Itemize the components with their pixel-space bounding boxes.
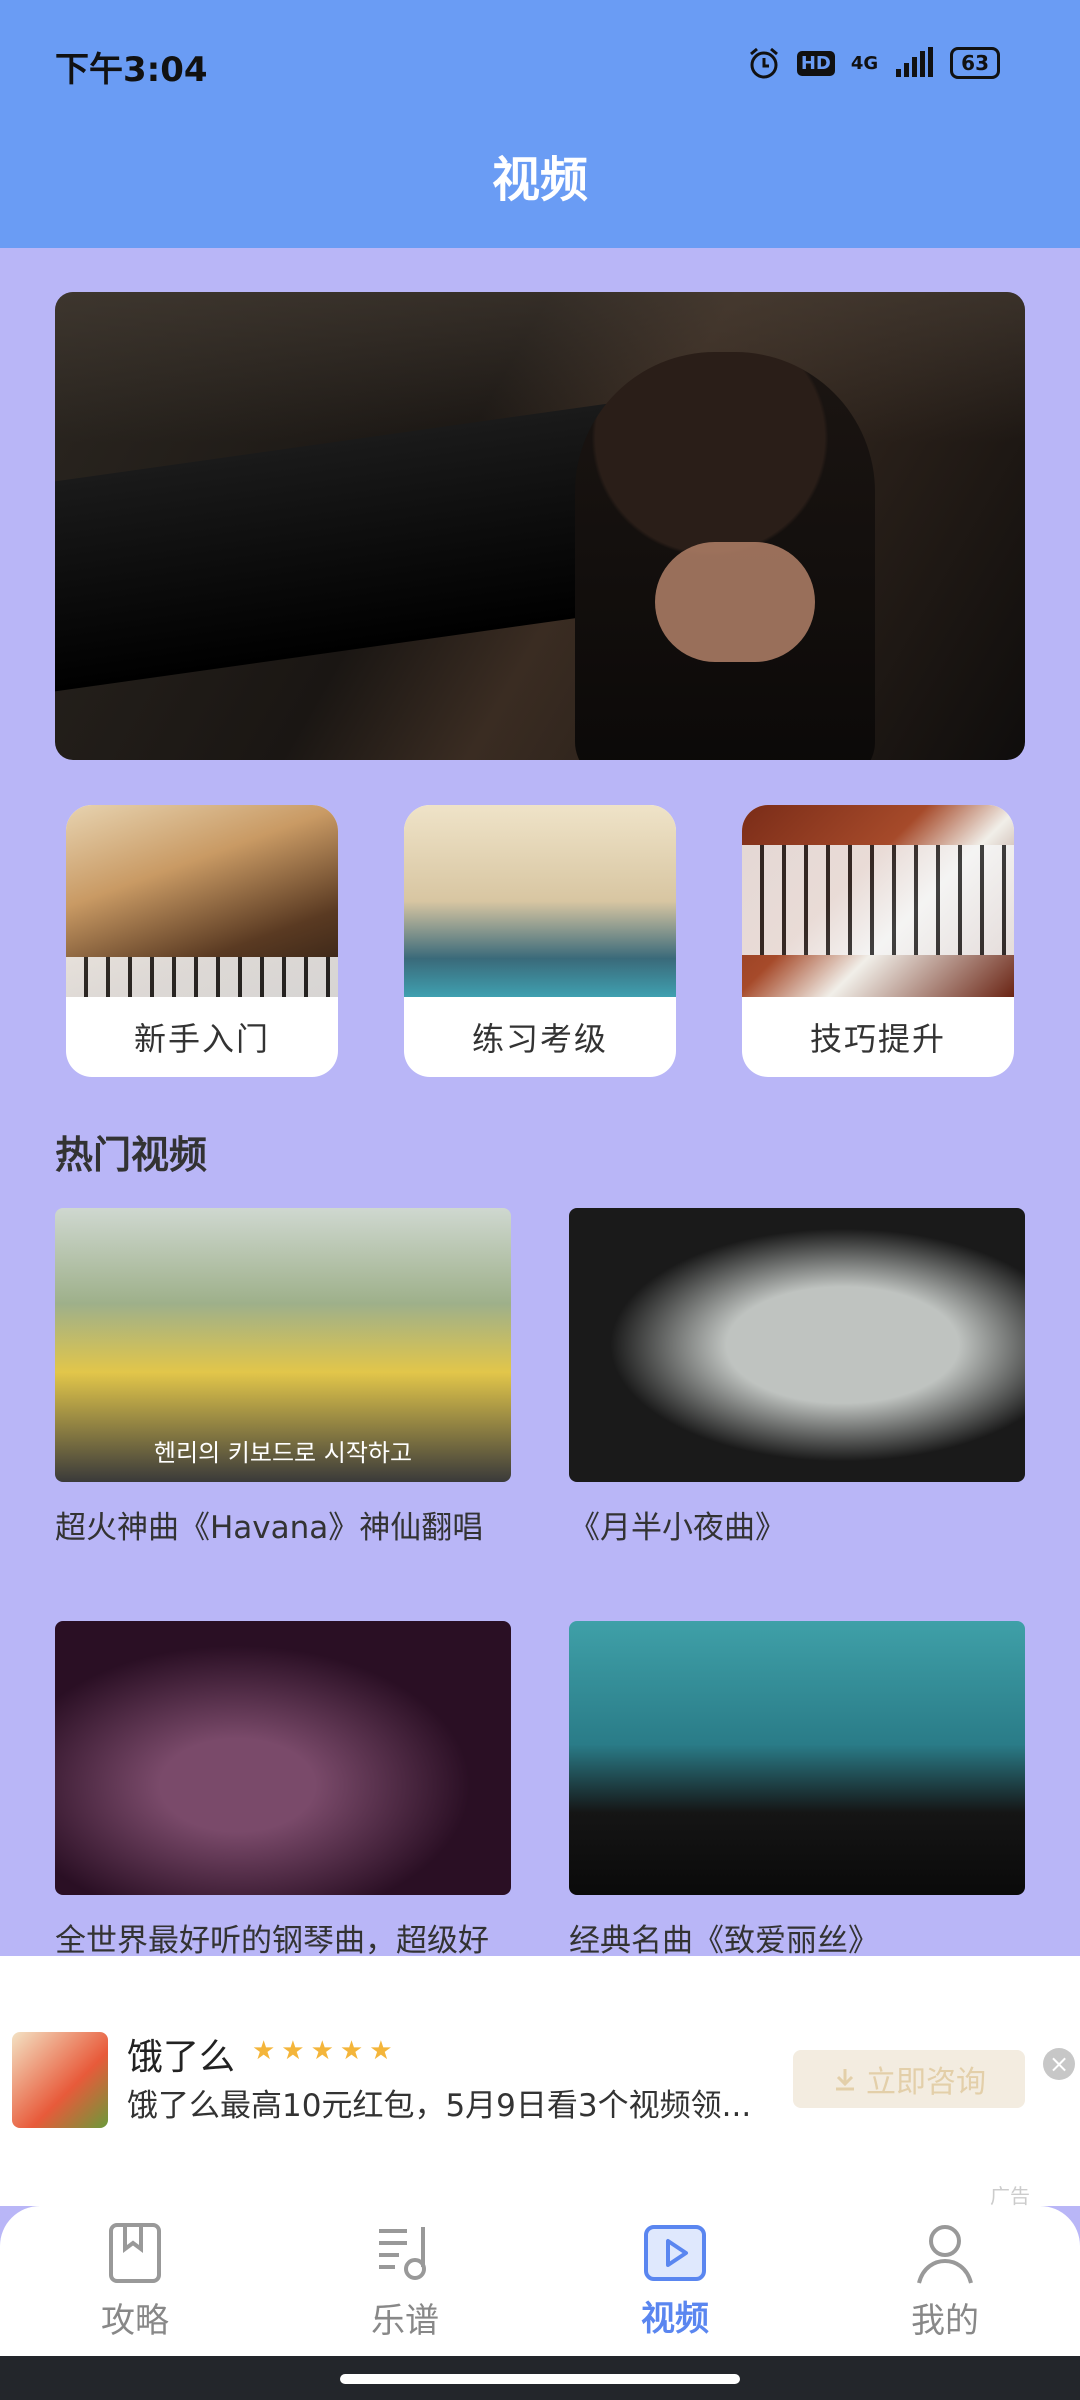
video-caption: 《月半小夜曲》: [569, 1510, 786, 1546]
video-item-fur-elise[interactable]: 经典名曲《致爱丽丝》: [569, 1621, 1039, 1960]
ad-thumbnail: [12, 2032, 108, 2128]
category-image: [66, 805, 338, 997]
video-caption: 全世界最好听的钢琴曲，超级好: [55, 1923, 489, 1959]
book-icon: [109, 2222, 161, 2283]
category-card-exam[interactable]: 练习考级: [404, 805, 676, 1077]
video-item-best-piano[interactable]: 全世界最好听的钢琴曲，超级好: [55, 1621, 525, 1960]
ad-banner[interactable]: 饿了么 ★★★★★ 饿了么最高10元红包，5月9日看3个视频领... 立即咨询 …: [0, 1956, 1080, 2208]
category-label: 新手入门: [133, 1020, 270, 1058]
section-title: 热门视频: [55, 1133, 208, 1177]
status-icons: HD 4G 63: [747, 40, 1000, 86]
status-time: 下午3:04: [55, 50, 208, 90]
video-item-havana[interactable]: 헨리의 키보드로 시작하고 超火神曲《Havana》神仙翻唱: [55, 1208, 525, 1547]
nav-label: 视频: [641, 2298, 709, 2339]
nav-label: 攻略: [101, 2300, 169, 2341]
hd-icon: HD: [796, 50, 835, 76]
battery-level: 63: [961, 51, 989, 75]
page-title: 视频: [491, 152, 588, 208]
ad-button-label: 立即咨询: [866, 2065, 986, 2100]
video-thumbnail: 헨리의 키보드로 시작하고: [55, 1208, 511, 1482]
profile-icon: [917, 2224, 973, 2284]
music-score-icon: [379, 2226, 426, 2280]
video-caption: 经典名曲《致爱丽丝》: [569, 1923, 879, 1959]
nav-item-profile[interactable]: 我的: [810, 2206, 1080, 2356]
ad-consult-button[interactable]: 立即咨询: [793, 2050, 1025, 2108]
video-subtitle: 헨리의 키보드로 시작하고: [153, 1439, 413, 1467]
nav-label: 我的: [911, 2300, 979, 2341]
battery-icon: 63: [950, 47, 1000, 79]
banner-hands: [655, 542, 815, 662]
home-indicator[interactable]: [340, 2374, 740, 2384]
featured-video-banner[interactable]: [55, 292, 1025, 760]
alarm-icon: [749, 47, 778, 79]
video-thumbnail: [569, 1208, 1025, 1482]
nav-item-guide[interactable]: 攻略: [0, 2206, 270, 2356]
video-caption: 超火神曲《Havana》神仙翻唱: [55, 1510, 484, 1546]
video-icon: [644, 2224, 706, 2281]
category-image: [742, 805, 1014, 997]
signal-icon: [896, 47, 934, 77]
ad-tag: 广告: [990, 2184, 1030, 2208]
nav-item-video[interactable]: 视频: [540, 2206, 810, 2356]
ad-title: 饿了么: [127, 2037, 236, 2078]
download-icon: [836, 2069, 854, 2091]
piano-keys: [742, 845, 1014, 955]
header-bar: [0, 0, 1080, 248]
bottom-navigation: 攻略 乐谱 视频 我的: [0, 2206, 1080, 2356]
banner-piano: [55, 402, 615, 692]
network-label: 4G: [850, 52, 879, 74]
nav-label: 乐谱: [371, 2300, 439, 2341]
ad-close-button[interactable]: ×: [1043, 2048, 1075, 2080]
video-thumbnail: [55, 1621, 511, 1895]
category-card-skills[interactable]: 技巧提升: [742, 805, 1014, 1077]
category-card-beginner[interactable]: 新手入门: [66, 805, 338, 1077]
category-label: 练习考级: [471, 1020, 608, 1058]
video-thumbnail: [569, 1621, 1025, 1895]
ad-description: 饿了么最高10元红包，5月9日看3个视频领...: [127, 2088, 752, 2124]
video-item-moon-serenade[interactable]: 《月半小夜曲》: [569, 1208, 1039, 1547]
ad-rating: ★★★★★: [252, 2036, 399, 2066]
category-label: 技巧提升: [809, 1020, 946, 1058]
piano-keys: [66, 957, 338, 997]
nav-item-sheet-music[interactable]: 乐谱: [270, 2206, 540, 2356]
category-image: [404, 805, 676, 997]
